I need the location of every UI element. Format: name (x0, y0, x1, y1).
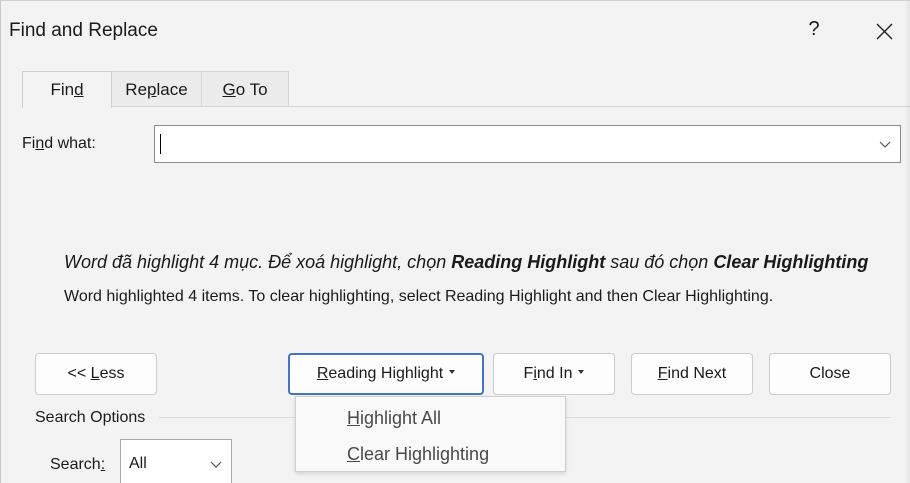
dropdown-triangle-icon (449, 370, 456, 375)
tab-go-to[interactable]: Go To (201, 71, 289, 107)
find-what-input[interactable] (154, 125, 901, 163)
search-options-heading: Search Options (35, 409, 146, 426)
title-bar: Find and Replace ? (1, 1, 910, 65)
find-what-label: Find what: (22, 135, 96, 152)
find-next-button[interactable]: Find Next (631, 353, 753, 395)
search-direction-value: All (129, 455, 147, 472)
less-button[interactable]: << Less (35, 353, 157, 395)
close-icon[interactable] (869, 15, 899, 47)
help-button[interactable]: ? (804, 18, 824, 41)
menu-item-highlight-all[interactable]: Highlight All (347, 408, 441, 429)
highlight-message-vietnamese: Word đã highlight 4 mục. Để xoá highligh… (64, 252, 869, 272)
window-edge-shadow (904, 1, 910, 483)
reading-highlight-button[interactable]: Reading Highlight (288, 353, 484, 395)
text-caret (160, 134, 161, 154)
find-in-button[interactable]: Find In (493, 353, 615, 395)
tab-panel-border (22, 106, 910, 107)
tab-find[interactable]: Find (22, 71, 112, 108)
highlight-message-english: Word highlighted 4 items. To clear highl… (64, 288, 774, 305)
menu-item-clear-highlighting[interactable]: Clear Highlighting (347, 444, 489, 465)
tab-replace[interactable]: Replace (111, 71, 202, 107)
find-replace-dialog: Find and Replace ? Find Replace Go To Fi… (0, 0, 910, 483)
chevron-down-icon (210, 461, 222, 468)
search-direction-select[interactable]: All (120, 439, 232, 483)
dropdown-triangle-icon (578, 370, 585, 375)
dialog-title: Find and Replace (9, 20, 158, 41)
close-button[interactable]: Close (769, 353, 891, 395)
search-direction-label: Search: (50, 456, 106, 473)
chevron-down-icon[interactable] (878, 137, 892, 151)
reading-highlight-menu: Highlight All Clear Highlighting (295, 396, 566, 472)
